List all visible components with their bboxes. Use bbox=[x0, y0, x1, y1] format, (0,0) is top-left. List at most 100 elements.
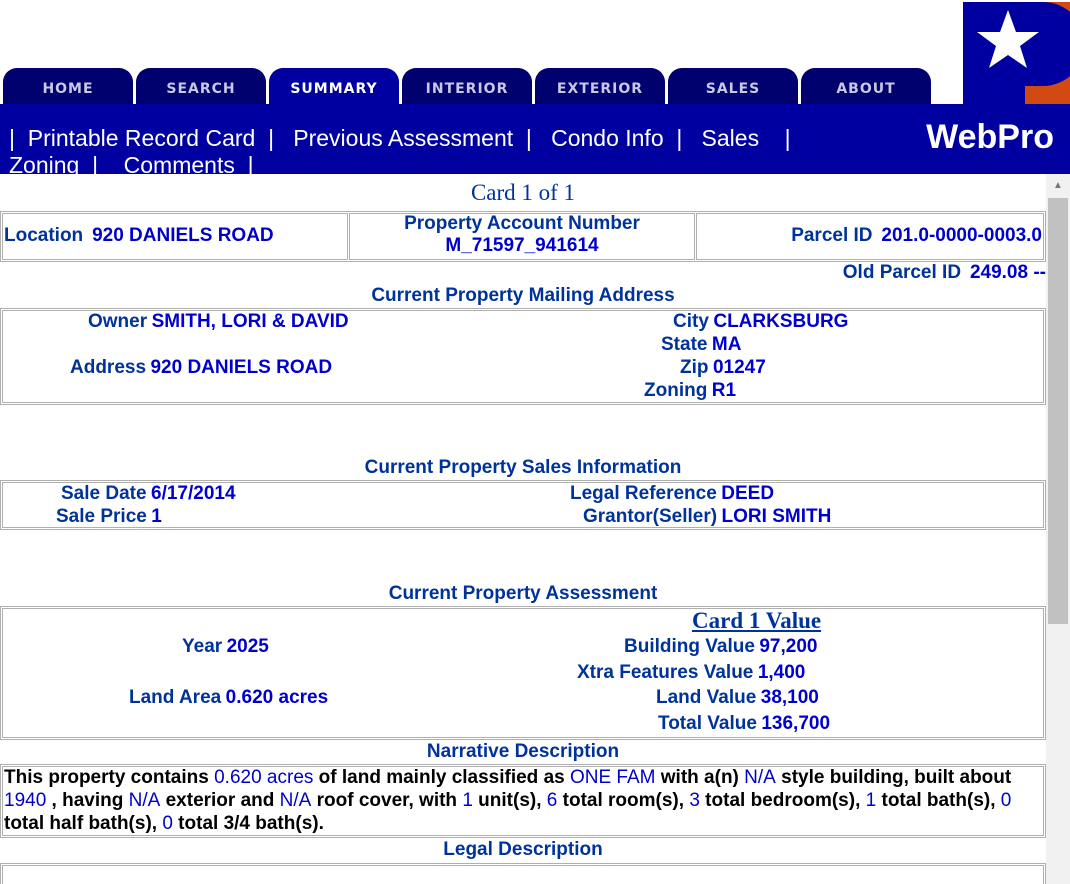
narrative-bedrooms: 3 bbox=[689, 790, 700, 811]
old-parcel-value: 249.08 -- bbox=[969, 262, 1046, 283]
parcel-label: Parcel ID bbox=[791, 225, 873, 246]
narrative-roof: N/A bbox=[279, 790, 312, 811]
card-indicator: Card 1 of 1 bbox=[470, 180, 576, 205]
narrative-units: 1 bbox=[462, 790, 473, 811]
narrative-fragment: total room(s), bbox=[557, 790, 690, 811]
building-value-label: Building Value bbox=[624, 636, 755, 657]
old-parcel-block: Old Parcel ID 249.08 -- bbox=[696, 262, 1046, 284]
legal-inner bbox=[2, 865, 1044, 884]
tab-exterior[interactable]: EXTERIOR bbox=[535, 68, 665, 104]
xtra-features-label: Xtra Features Value bbox=[577, 662, 754, 683]
zoning-value: R1 bbox=[711, 380, 737, 401]
nav-separator: | bbox=[784, 125, 791, 151]
nav-bar: | Printable Record Card | Previous Asses… bbox=[0, 104, 1070, 178]
zip-value: 01247 bbox=[712, 357, 766, 378]
narrative-fragment: total half bath(s), bbox=[4, 813, 163, 834]
narrative-class: ONE FAM bbox=[569, 767, 656, 788]
narrative-fragment: of land mainly classified as bbox=[313, 767, 570, 788]
nav-separator: | bbox=[268, 125, 275, 151]
narrative-fragment: total bath(s), bbox=[876, 790, 1001, 811]
narrative-title: Narrative Description bbox=[426, 741, 620, 762]
old-parcel-label: Old Parcel ID bbox=[842, 262, 962, 283]
nav-separator: | bbox=[676, 125, 683, 151]
narrative-rooms: 6 bbox=[546, 790, 558, 811]
nav-separator: | bbox=[525, 125, 532, 151]
narrative-exterior: N/A bbox=[128, 790, 161, 811]
nav-separator: | bbox=[9, 125, 15, 151]
total-value-label: Total Value bbox=[658, 713, 757, 734]
owner-value: SMITH, LORI & DAVID bbox=[151, 311, 349, 332]
tab-summary[interactable]: SUMMARY bbox=[269, 68, 399, 104]
state-value: MA bbox=[711, 334, 742, 355]
sale-date-label: Sale Date bbox=[61, 483, 147, 504]
legal-title: Legal Description bbox=[443, 839, 603, 860]
tab-search[interactable]: SEARCH bbox=[136, 68, 266, 104]
city-label: City bbox=[673, 311, 709, 332]
address-label: Address bbox=[70, 357, 147, 378]
narrative-year: 1940 bbox=[4, 790, 47, 811]
account-block: Property Account Number M_71597_941614 bbox=[349, 213, 695, 257]
tab-about[interactable]: ABOUT bbox=[801, 68, 931, 104]
webpro-logo-icon bbox=[963, 2, 1070, 104]
assessment-inner bbox=[2, 608, 1044, 738]
sale-price-label: Sale Price bbox=[56, 506, 147, 527]
narrative-style: N/A bbox=[744, 767, 776, 788]
nav-sales[interactable]: Sales bbox=[702, 125, 760, 151]
xtra-features-value: 1,400 bbox=[757, 662, 806, 683]
state-label: State bbox=[661, 334, 708, 355]
sale-date-value: 6/17/2014 bbox=[151, 483, 236, 504]
year-value: 2025 bbox=[226, 636, 269, 657]
account-value: M_71597_941614 bbox=[445, 235, 599, 256]
sale-price-value: 1 bbox=[151, 506, 162, 527]
narrative-fragment: unit(s), bbox=[472, 790, 547, 811]
parcel-block: Parcel ID 201.0-0000-0003.0 bbox=[696, 225, 1042, 247]
tab-interior[interactable]: INTERIOR bbox=[402, 68, 532, 104]
address-value: 920 DANIELS ROAD bbox=[150, 357, 333, 378]
narrative-fragment: roof cover, with bbox=[311, 790, 463, 811]
legal-ref-label: Legal Reference bbox=[570, 483, 717, 504]
card-value-heading: Card 1 Value bbox=[692, 608, 822, 633]
land-area-label: Land Area bbox=[129, 687, 222, 708]
grantor-value: LORI SMITH bbox=[721, 506, 832, 527]
nav-condo-info[interactable]: Condo Info bbox=[551, 125, 664, 151]
tab-home[interactable]: HOME bbox=[3, 68, 133, 104]
narrative-fragment: style building, built about bbox=[775, 767, 1012, 788]
total-value: 136,700 bbox=[761, 713, 831, 734]
legal-ref-value: DEED bbox=[721, 483, 775, 504]
header: HOME SEARCH SUMMARY INTERIOR EXTERIOR SA… bbox=[0, 0, 1070, 104]
assessment-title: Current Property Assessment bbox=[388, 583, 658, 604]
narrative-half-baths: 0 bbox=[1000, 790, 1012, 811]
year-label: Year bbox=[182, 636, 223, 657]
narrative-fragment: total 3/4 bath(s). bbox=[172, 813, 324, 834]
narrative-fragment: with a(n) bbox=[655, 767, 745, 788]
tab-sales[interactable]: SALES bbox=[668, 68, 798, 104]
grantor-label: Grantor(Seller) bbox=[583, 506, 718, 527]
nav-previous-assessment[interactable]: Previous Assessment bbox=[293, 125, 513, 151]
narrative-acres: 0.620 acres bbox=[214, 767, 314, 788]
land-value: 38,100 bbox=[760, 687, 819, 708]
city-value: CLARKSBURG bbox=[713, 311, 849, 332]
owner-label: Owner bbox=[88, 311, 148, 332]
location-value: 920 DANIELS ROAD bbox=[92, 225, 274, 246]
zoning-label: Zoning bbox=[644, 380, 708, 401]
vertical-scrollbar[interactable]: ▲ bbox=[1046, 174, 1070, 884]
nav-printable-record-card[interactable]: Printable Record Card bbox=[28, 125, 256, 151]
brand-title: WebPro bbox=[926, 118, 1054, 156]
scrollbar-thumb[interactable] bbox=[1048, 198, 1068, 624]
land-area-value: 0.620 acres bbox=[225, 687, 329, 708]
location-label: Location bbox=[4, 225, 84, 246]
sales-title: Current Property Sales Information bbox=[364, 457, 682, 478]
narrative-text: This property contains 0.620 acres of la… bbox=[4, 766, 1011, 835]
main-content: Card 1 of 1 Location 920 DANIELS ROAD Pr… bbox=[0, 174, 1046, 884]
land-value-label: Land Value bbox=[656, 687, 757, 708]
narrative-fragment: exterior and bbox=[160, 790, 280, 811]
narrative-three-quarter-baths: 0 bbox=[162, 813, 173, 834]
parcel-value: 201.0-0000-0003.0 bbox=[881, 225, 1042, 246]
nav-line-1: | Printable Record Card | Previous Asses… bbox=[9, 124, 791, 152]
scroll-up-arrow-icon[interactable]: ▲ bbox=[1046, 174, 1070, 198]
building-value: 97,200 bbox=[759, 636, 818, 657]
zip-label: Zip bbox=[680, 357, 709, 378]
mailing-title: Current Property Mailing Address bbox=[371, 285, 675, 306]
narrative-fragment: This property contains bbox=[4, 767, 215, 788]
account-label: Property Account Number bbox=[404, 213, 640, 234]
